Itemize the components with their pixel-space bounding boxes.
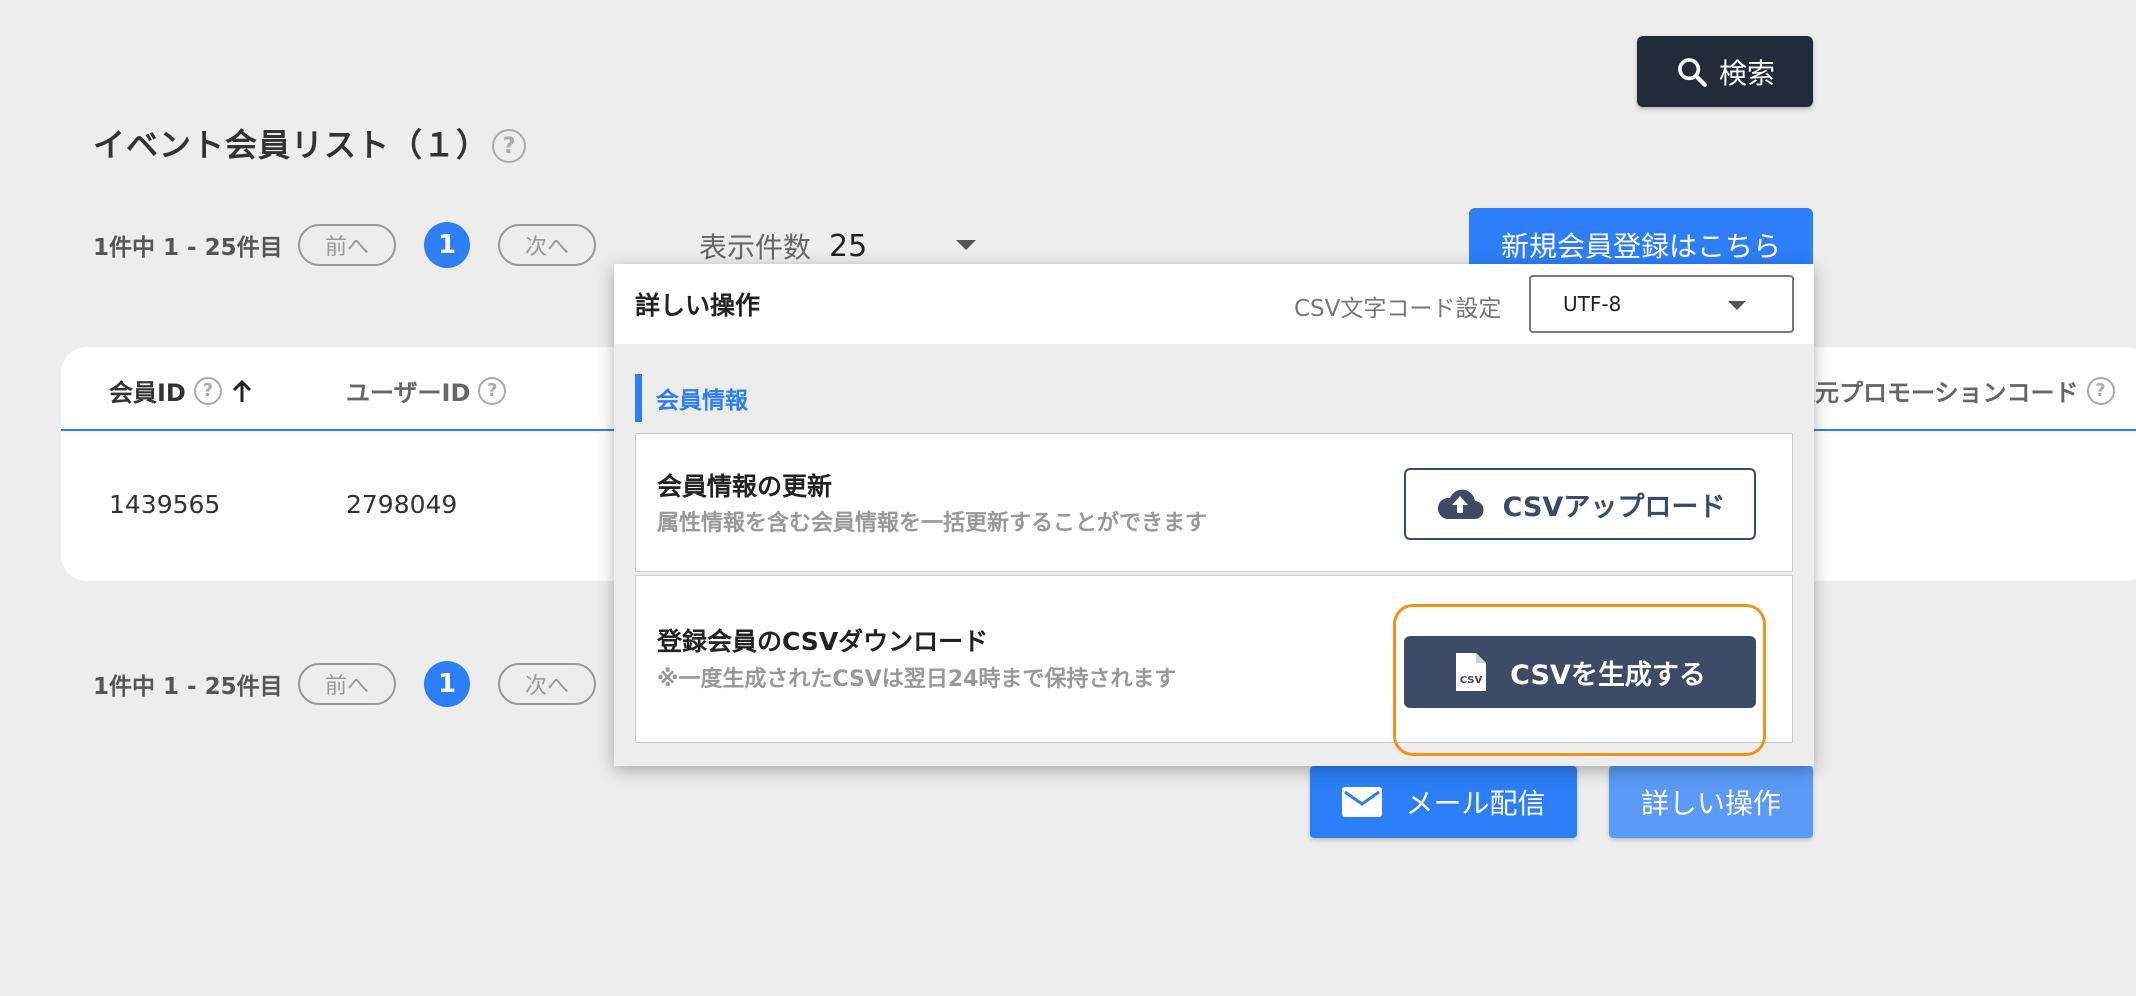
csv-file-icon: CSV bbox=[1456, 653, 1487, 691]
detail-actions-button[interactable]: 詳しい操作 bbox=[1609, 766, 1813, 838]
per-page-select[interactable]: 25 bbox=[829, 229, 867, 264]
download-desc: ※一度生成されたCSVは翌日24時まで保持されます bbox=[657, 667, 1177, 692]
charset-value: UTF-8 bbox=[1563, 292, 1622, 316]
mail-icon bbox=[1342, 787, 1383, 817]
column-member-id-label: 会員ID bbox=[109, 379, 186, 407]
svg-text:CSV: CSV bbox=[1460, 675, 1483, 686]
column-promo-code[interactable]: 入元プロモーションコード ? bbox=[1791, 373, 2115, 408]
csv-upload-button[interactable]: CSVアップロード bbox=[1404, 468, 1756, 540]
section-label: 会員情報 bbox=[635, 374, 748, 422]
detail-actions-popup: 詳しい操作 CSV文字コード設定 UTF-8 会員情報 会員情報の更新 属性情報… bbox=[614, 264, 1814, 766]
sort-arrow-up-icon[interactable] bbox=[230, 378, 254, 404]
charset-label: CSV文字コード設定 bbox=[1294, 296, 1502, 322]
download-title: 登録会員のCSVダウンロード bbox=[657, 627, 989, 656]
column-promo-code-label: 入元プロモーションコード bbox=[1791, 379, 2079, 407]
help-icon[interactable]: ? bbox=[2086, 376, 2115, 405]
cloud-upload-icon bbox=[1437, 489, 1484, 520]
pager-bottom: 1件中 1 - 25件目 前へ 1 次へ bbox=[93, 661, 596, 707]
csv-upload-button-label: CSVアップロード bbox=[1502, 491, 1726, 523]
per-page-label: 表示件数 bbox=[699, 231, 812, 264]
cell-user-id: 2798049 bbox=[346, 490, 458, 519]
column-member-id[interactable]: 会員ID ? bbox=[109, 373, 254, 408]
new-member-button-label: 新規会員登録はこちら bbox=[1500, 230, 1781, 263]
caret-down-icon[interactable] bbox=[956, 240, 976, 250]
caret-down-icon bbox=[1728, 301, 1746, 310]
page-number-current[interactable]: 1 bbox=[424, 222, 470, 268]
prev-button[interactable]: 前へ bbox=[298, 663, 396, 705]
popup-title: 詳しい操作 bbox=[635, 291, 761, 320]
popup-header: 詳しい操作 CSV文字コード設定 UTF-8 bbox=[614, 264, 1814, 344]
help-icon[interactable]: ? bbox=[492, 129, 526, 163]
page-title: イベント会員リスト（１） bbox=[93, 126, 490, 164]
cell-member-id: 1439565 bbox=[109, 490, 221, 519]
charset-select[interactable]: UTF-8 bbox=[1529, 275, 1794, 333]
download-card: 登録会員のCSVダウンロード ※一度生成されたCSVは翌日24時まで保持されます… bbox=[635, 575, 1793, 756]
pager-range-text: 1件中 1 - 25件目 bbox=[93, 674, 283, 700]
pager-range-text: 1件中 1 - 25件目 bbox=[93, 235, 283, 261]
mail-button[interactable]: メール配信 bbox=[1310, 766, 1577, 838]
generate-csv-button[interactable]: CSV CSVを生成する bbox=[1404, 636, 1756, 708]
detail-actions-button-label: 詳しい操作 bbox=[1640, 787, 1781, 820]
column-user-id[interactable]: ユーザーID ? bbox=[346, 373, 507, 408]
help-icon[interactable]: ? bbox=[193, 376, 222, 405]
search-icon bbox=[1678, 57, 1707, 87]
column-user-id-label: ユーザーID bbox=[346, 379, 471, 407]
pager-top: 1件中 1 - 25件目 前へ 1 次へ bbox=[93, 222, 596, 268]
prev-button[interactable]: 前へ bbox=[298, 224, 396, 266]
mail-button-label: メール配信 bbox=[1405, 787, 1546, 820]
page-number-current[interactable]: 1 bbox=[424, 661, 470, 707]
update-card: 会員情報の更新 属性情報を含む会員情報を一括更新することができます CSVアップ… bbox=[635, 433, 1793, 572]
update-title: 会員情報の更新 bbox=[657, 472, 833, 501]
update-desc: 属性情報を含む会員情報を一括更新することができます bbox=[657, 511, 1208, 536]
help-icon[interactable]: ? bbox=[478, 376, 507, 405]
search-button-label: 検索 bbox=[1718, 56, 1775, 90]
generate-csv-button-label: CSVを生成する bbox=[1510, 659, 1706, 691]
search-button[interactable]: 検索 bbox=[1637, 36, 1813, 107]
next-button[interactable]: 次へ bbox=[498, 224, 596, 266]
next-button[interactable]: 次へ bbox=[498, 663, 596, 705]
